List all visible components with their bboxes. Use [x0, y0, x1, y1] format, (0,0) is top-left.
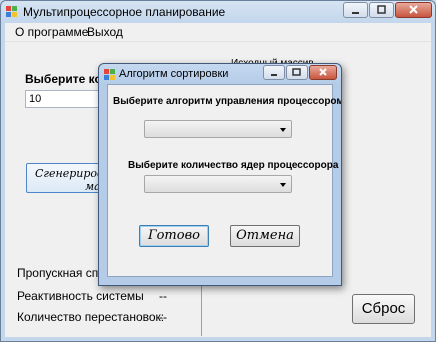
chevron-down-icon	[280, 183, 286, 187]
reactivity-value: --	[159, 289, 167, 303]
dialog-maximize-button[interactable]	[286, 65, 308, 80]
reset-button[interactable]: Сброс	[352, 294, 415, 324]
dialog-minimize-button[interactable]	[263, 65, 285, 80]
maximize-icon	[377, 5, 386, 14]
algorithm-label: Выберите алгоритм управления процессором	[113, 96, 342, 107]
chevron-down-icon	[280, 128, 286, 132]
cores-label: Выберите количество ядер процессорора	[128, 160, 339, 171]
close-icon	[409, 5, 418, 14]
dialog-icon	[104, 69, 115, 80]
generate-button-line1: Сгенерировать массив	[35, 167, 105, 180]
maximize-icon	[292, 68, 301, 76]
close-button[interactable]	[395, 2, 432, 18]
cancel-button[interactable]: Отмена	[230, 225, 300, 247]
generate-array-button[interactable]: Сгенерировать массив массив	[26, 163, 106, 193]
menu-exit[interactable]: Выход	[87, 25, 123, 39]
permutations-value: --	[159, 310, 167, 324]
maximize-button[interactable]	[369, 2, 394, 18]
minimize-icon	[352, 12, 359, 14]
dialog-client-area: Выберите алгоритм управления процессором…	[107, 84, 341, 277]
menu-about[interactable]: О программе	[15, 25, 88, 39]
minimize-icon	[271, 74, 277, 76]
title-bar[interactable]: Мультипроцессорное планирование	[1, 1, 435, 23]
menu-bar: О программе Выход	[5, 23, 431, 42]
close-icon	[319, 68, 327, 76]
sort-algorithm-dialog: Алгоритм сортировки Выберите алгоритм уп…	[98, 63, 342, 286]
cores-select[interactable]	[144, 175, 292, 193]
dialog-title: Алгоритм сортировки	[119, 68, 229, 80]
dialog-close-button[interactable]	[309, 65, 337, 80]
ok-button[interactable]: Готово	[139, 225, 209, 247]
window-title: Мультипроцессорное планирование	[23, 5, 226, 19]
algorithm-select[interactable]	[144, 120, 292, 138]
permutations-label: Количество перестановок:	[17, 310, 165, 324]
reactivity-label: Реактивность системы	[17, 289, 144, 303]
count-input[interactable]: 10	[25, 90, 105, 108]
app-icon	[6, 6, 17, 17]
minimize-button[interactable]	[343, 2, 368, 18]
